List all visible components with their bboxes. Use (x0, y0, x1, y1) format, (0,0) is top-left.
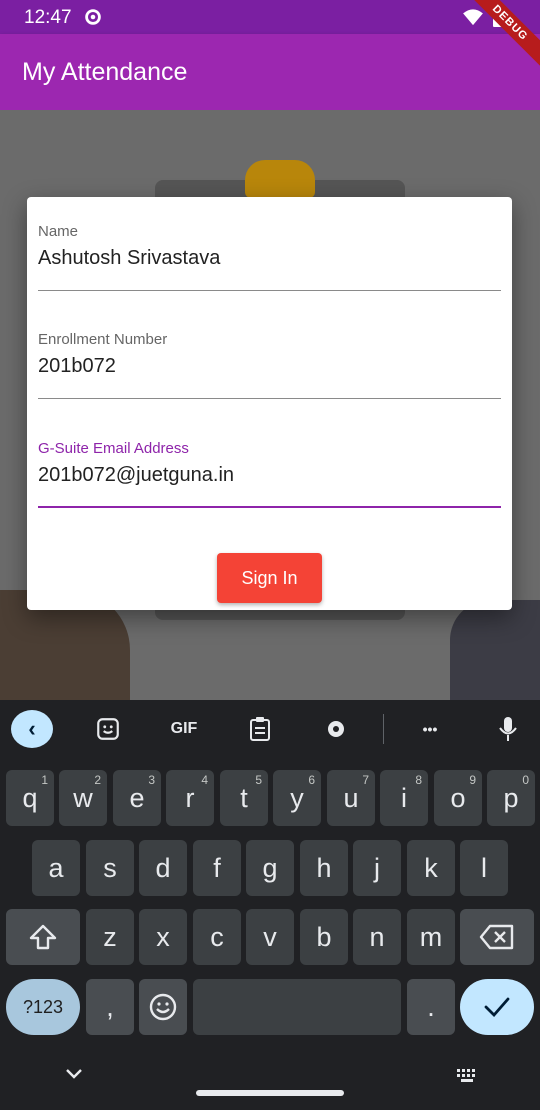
check-icon (484, 997, 510, 1018)
enrollment-field[interactable]: Enrollment Number 201b072 (38, 305, 501, 399)
keyboard-toolbar: ‹ GIF ••• (0, 700, 540, 758)
key-label: i (401, 782, 407, 813)
chevron-down-icon[interactable] (62, 1066, 86, 1082)
key-hint: 1 (41, 773, 48, 787)
key-hint: 6 (308, 773, 315, 787)
key-w[interactable]: w2 (59, 770, 107, 826)
key-u[interactable]: u7 (327, 770, 375, 826)
key-hint: 7 (362, 773, 369, 787)
key-label: q (22, 782, 38, 813)
key-label: u (343, 782, 359, 813)
comma-key[interactable]: , (86, 979, 134, 1035)
key-label: y (290, 782, 304, 813)
key-hint: 2 (94, 773, 101, 787)
email-label: G-Suite Email Address (38, 440, 189, 457)
key-v[interactable]: v (246, 909, 294, 965)
name-underline (38, 290, 501, 291)
emoji-key[interactable] (139, 979, 187, 1035)
key-hint: 3 (148, 773, 155, 787)
key-hint: 0 (522, 773, 529, 787)
key-c[interactable]: c (193, 909, 241, 965)
period-key[interactable]: . (407, 979, 455, 1035)
chevron-left-icon[interactable]: ‹ (11, 710, 53, 748)
enter-key[interactable] (460, 979, 534, 1035)
key-label: e (129, 782, 145, 813)
key-z[interactable]: z (86, 909, 134, 965)
more-icon[interactable]: ••• (412, 712, 448, 746)
key-h[interactable]: h (300, 840, 348, 896)
right-hand-illustration (450, 600, 540, 700)
gesture-handle[interactable] (196, 1090, 344, 1096)
enrollment-underline (38, 398, 501, 399)
key-hint: 9 (469, 773, 476, 787)
key-label: p (503, 782, 519, 813)
name-value[interactable]: Ashutosh Srivastava (38, 247, 220, 270)
key-d[interactable]: d (139, 840, 187, 896)
status-bar: 12:47 (0, 0, 540, 34)
key-a[interactable]: a (32, 840, 80, 896)
email-underline (38, 506, 501, 508)
key-label: o (450, 782, 466, 813)
shift-icon (29, 924, 57, 950)
keyboard-icon[interactable] (455, 1068, 479, 1084)
key-t[interactable]: t5 (220, 770, 268, 826)
key-hint: 5 (255, 773, 262, 787)
key-y[interactable]: y6 (273, 770, 321, 826)
sign-in-dialog: Name Ashutosh Srivastava Enrollment Numb… (27, 197, 512, 610)
email-field[interactable]: G-Suite Email Address 201b072@juetguna.i… (38, 414, 501, 508)
backspace-icon (479, 924, 514, 950)
key-k[interactable]: k (407, 840, 455, 896)
clipboard-clip (245, 160, 315, 198)
key-label: w (73, 782, 93, 813)
enrollment-label: Enrollment Number (38, 331, 168, 348)
email-value[interactable]: 201b072@juetguna.in (38, 464, 234, 487)
key-label: t (240, 782, 248, 813)
backspace-key[interactable] (460, 909, 534, 965)
app-bar: My Attendance (0, 34, 540, 110)
space-key[interactable] (193, 979, 401, 1035)
gear-icon (85, 9, 101, 25)
key-r[interactable]: r4 (166, 770, 214, 826)
key-g[interactable]: g (246, 840, 294, 896)
shift-key[interactable] (6, 909, 80, 965)
app-title: My Attendance (22, 58, 188, 86)
key-j[interactable]: j (353, 840, 401, 896)
enrollment-value[interactable]: 201b072 (38, 355, 116, 378)
key-q[interactable]: q1 (6, 770, 54, 826)
key-n[interactable]: n (353, 909, 401, 965)
key-p[interactable]: p0 (487, 770, 535, 826)
key-hint: 4 (201, 773, 208, 787)
key-hint: 8 (415, 773, 422, 787)
wifi-icon (463, 9, 483, 26)
symbols-key[interactable]: ?123 (6, 979, 80, 1035)
key-o[interactable]: o9 (434, 770, 482, 826)
keyboard: ‹ GIF ••• q1 w2 e3 r4 t5 y6 u7 i8 o9 p0 … (0, 700, 540, 1110)
sign-in-button[interactable]: Sign In (217, 553, 322, 603)
sticker-icon[interactable] (92, 712, 124, 746)
key-f[interactable]: f (193, 840, 241, 896)
emoji-icon (149, 993, 177, 1021)
key-e[interactable]: e3 (113, 770, 161, 826)
key-s[interactable]: s (86, 840, 134, 896)
key-label: r (185, 782, 195, 813)
key-l[interactable]: l (460, 840, 508, 896)
clipboard-icon[interactable] (244, 712, 276, 746)
mic-icon[interactable] (492, 712, 524, 746)
key-i[interactable]: i8 (380, 770, 428, 826)
gif-button[interactable]: GIF (162, 712, 206, 746)
name-label: Name (38, 223, 79, 240)
key-x[interactable]: x (139, 909, 187, 965)
status-time: 12:47 (24, 7, 72, 28)
name-field[interactable]: Name Ashutosh Srivastava (38, 197, 501, 291)
settings-icon[interactable] (320, 712, 352, 746)
key-m[interactable]: m (407, 909, 455, 965)
key-b[interactable]: b (300, 909, 348, 965)
toolbar-divider (383, 714, 384, 744)
